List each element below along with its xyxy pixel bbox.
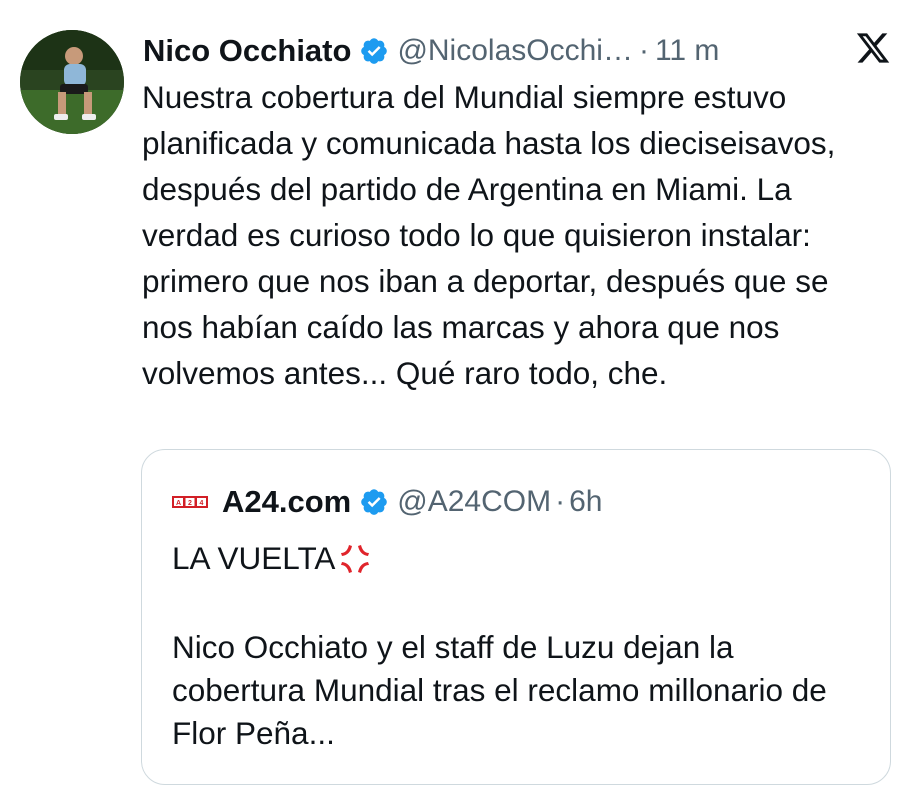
quoted-author-name[interactable]: A24.com	[222, 484, 351, 520]
svg-text:A: A	[176, 500, 181, 507]
timestamp[interactable]: 11 m	[655, 34, 719, 68]
author-name[interactable]: Nico Occhiato	[143, 33, 351, 69]
anger-symbol-icon	[341, 544, 370, 573]
quoted-tweet-card[interactable]: A 2 4 A24.com @A24COM · 6h LA VUELTA Nic…	[141, 449, 891, 785]
svg-text:4: 4	[200, 500, 204, 507]
svg-text:2: 2	[188, 500, 192, 507]
tweet-header: Nico Occhiato @NicolasOcchi… · 11 m	[143, 26, 719, 76]
verified-badge-icon	[361, 489, 388, 515]
verified-badge-icon	[361, 38, 388, 64]
separator-dot: ·	[638, 34, 649, 67]
separator-dot: ·	[555, 485, 566, 518]
quoted-author-handle[interactable]: @A24COM	[397, 485, 551, 519]
avatar-image	[20, 30, 124, 134]
quoted-tweet-header: A 2 4 A24.com @A24COM · 6h	[172, 478, 602, 526]
author-handle[interactable]: @NicolasOcchi…	[397, 34, 633, 68]
quoted-timestamp: 6h	[569, 485, 603, 518]
quoted-body-text: Nico Occhiato y el staff de Luzu dejan l…	[172, 629, 827, 751]
avatar[interactable]	[20, 30, 124, 134]
x-logo-icon[interactable]	[855, 30, 891, 66]
tweet-text: Nuestra cobertura del Mundial siempre es…	[142, 79, 836, 391]
a24-logo-icon: A 2 4	[172, 496, 208, 508]
quoted-title: LA VUELTA	[172, 540, 373, 577]
quoted-title-text: LA VUELTA	[172, 540, 336, 576]
